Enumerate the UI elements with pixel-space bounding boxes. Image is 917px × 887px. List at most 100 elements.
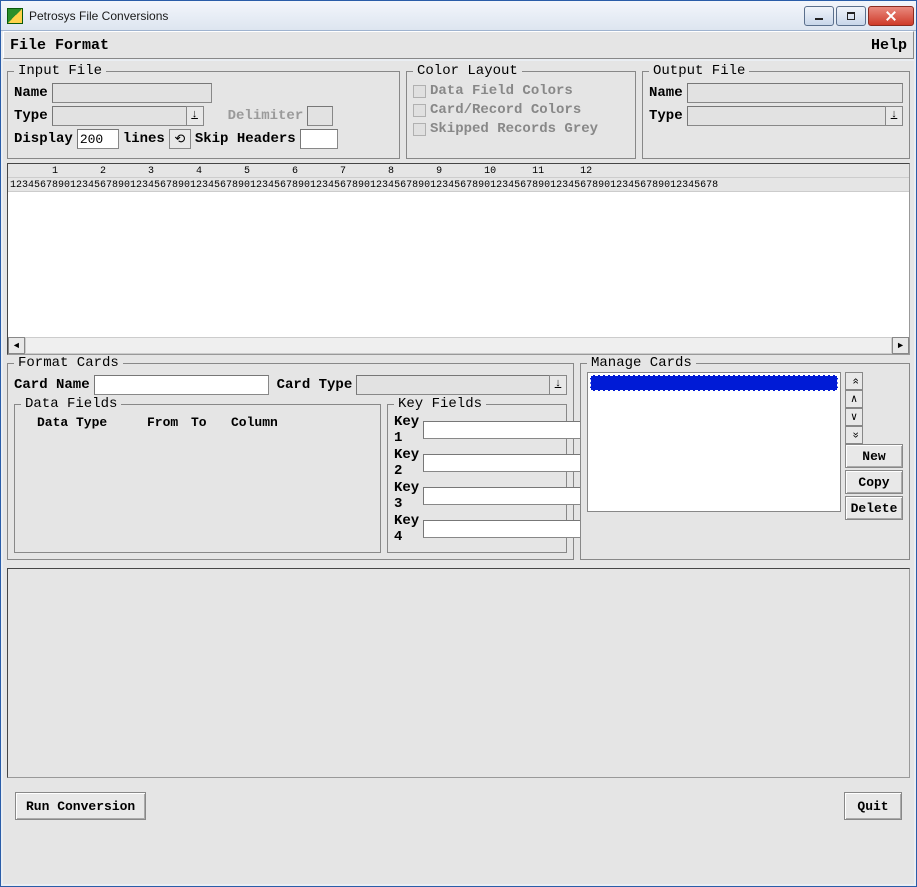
client-area: Input File Name Type ↓ Delimiter Display [3,61,914,884]
card-name-label: Card Name [14,377,90,393]
key4-field[interactable] [423,520,597,538]
display-label: Display [14,131,73,147]
double-chevron-up-icon: « [848,378,860,385]
from-header: From [147,415,191,430]
bottom-button-row: Run Conversion Quit [7,780,910,832]
output-type-label: Type [649,108,683,124]
run-conversion-button[interactable]: Run Conversion [15,792,146,820]
quit-button[interactable]: Quit [844,792,902,820]
key2-field[interactable] [423,454,597,472]
scroll-left-button[interactable]: ◄ [8,337,25,354]
copy-button[interactable]: Copy [845,470,903,494]
menu-help[interactable]: Help [871,37,907,54]
skip-headers-label: Skip Headers [195,131,296,147]
skipped-records-grey-label: Skipped Records Grey [430,121,598,137]
menubar: File Format Help [3,31,914,59]
chevron-down-icon: ↓ [555,378,562,390]
move-top-button[interactable]: « [845,372,863,390]
manage-cards-legend: Manage Cards [587,355,696,371]
move-up-button[interactable]: ∧ [845,390,863,408]
output-type-dropdown-button[interactable]: ↓ [885,106,903,126]
skip-headers-field[interactable] [300,129,338,149]
output-file-group: Output File Name Type ↓ [642,71,910,159]
format-cards-legend: Format Cards [14,355,123,371]
color-layout-group: Color Layout Data Field Colors Card/Reco… [406,71,636,159]
card-type-dropdown-button[interactable]: ↓ [549,375,567,395]
card-name-field[interactable] [94,375,269,395]
output-name-field[interactable] [687,83,903,103]
refresh-icon: ⟲ [174,132,185,147]
close-icon [886,11,896,21]
chevron-left-icon: ◄ [14,341,19,351]
data-fields-group: Data Fields Data Type From To Column [14,404,381,553]
minimize-button[interactable] [804,6,834,26]
refresh-button[interactable]: ⟲ [169,129,191,149]
input-name-field[interactable] [52,83,212,103]
move-bottom-button[interactable]: » [845,426,863,444]
ruler-units-row: 1234567890123456789012345678901234567890… [8,178,909,192]
card-record-colors-checkbox[interactable] [413,104,426,117]
data-field-colors-label: Data Field Colors [430,83,573,99]
format-cards-group: Format Cards Card Name Card Type ↓ Data … [7,363,574,560]
horizontal-scrollbar[interactable]: ◄ ► [8,337,909,354]
maximize-button[interactable] [836,6,866,26]
close-button[interactable] [868,6,914,26]
ruler-tens-row: 1 2 3 4 5 6 7 8 9 10 11 12 [8,164,909,178]
output-file-legend: Output File [649,63,749,79]
input-name-label: Name [14,85,48,101]
key3-field[interactable] [423,487,597,505]
chevron-down-icon: ∨ [851,410,858,424]
manage-cards-group: Manage Cards « ∧ ∨ » New [580,363,910,560]
data-field-colors-checkbox[interactable] [413,85,426,98]
key3-label: Key 3 [394,480,419,512]
key2-label: Key 2 [394,447,419,479]
chevron-down-icon: ↓ [891,109,898,121]
menu-file-format[interactable]: File Format [10,37,109,54]
key1-field[interactable] [423,421,597,439]
delimiter-field[interactable] [307,106,333,126]
key1-label: Key 1 [394,414,419,446]
app-icon [7,8,23,24]
new-button[interactable]: New [845,444,903,468]
chevron-down-icon: ↓ [191,109,198,121]
data-type-header: Data Type [27,415,147,430]
window-title: Petrosys File Conversions [29,9,804,23]
chevron-up-icon: ∧ [851,392,858,406]
double-chevron-down-icon: » [848,432,860,439]
input-type-field[interactable] [52,106,187,126]
input-file-group: Input File Name Type ↓ Delimiter Display [7,71,400,159]
app-window: Petrosys File Conversions File Format He… [0,0,917,887]
scroll-track[interactable] [25,337,892,354]
list-item[interactable] [590,375,838,391]
color-layout-legend: Color Layout [413,63,522,79]
preview-panel: 1 2 3 4 5 6 7 8 9 10 11 12 1234567890123… [7,163,910,355]
input-type-dropdown-button[interactable]: ↓ [186,106,204,126]
output-type-field[interactable] [687,106,886,126]
card-type-field[interactable] [356,375,550,395]
maximize-icon [847,12,855,20]
card-record-colors-label: Card/Record Colors [430,102,581,118]
titlebar: Petrosys File Conversions [1,1,916,31]
move-down-button[interactable]: ∨ [845,408,863,426]
details-panel [7,568,910,778]
scroll-right-button[interactable]: ► [892,337,909,354]
skipped-records-grey-checkbox[interactable] [413,123,426,136]
input-file-legend: Input File [14,63,106,79]
output-name-label: Name [649,85,683,101]
input-type-label: Type [14,108,48,124]
key-fields-group: Key Fields Key 1 Key 2 Key 3 Key 4 [387,404,567,553]
delimiter-label: Delimiter [228,108,304,124]
column-header: Column [231,415,278,430]
lines-label: lines [123,131,165,147]
delete-button[interactable]: Delete [845,496,903,520]
key4-label: Key 4 [394,513,419,545]
chevron-right-icon: ► [898,341,903,351]
file-preview-area[interactable] [8,192,909,337]
display-lines-field[interactable] [77,129,119,149]
data-fields-legend: Data Fields [21,396,121,412]
minimize-icon [815,18,823,20]
key-fields-legend: Key Fields [394,396,486,412]
card-type-label: Card Type [277,377,353,393]
to-header: To [191,415,231,430]
manage-cards-list[interactable] [587,372,841,512]
